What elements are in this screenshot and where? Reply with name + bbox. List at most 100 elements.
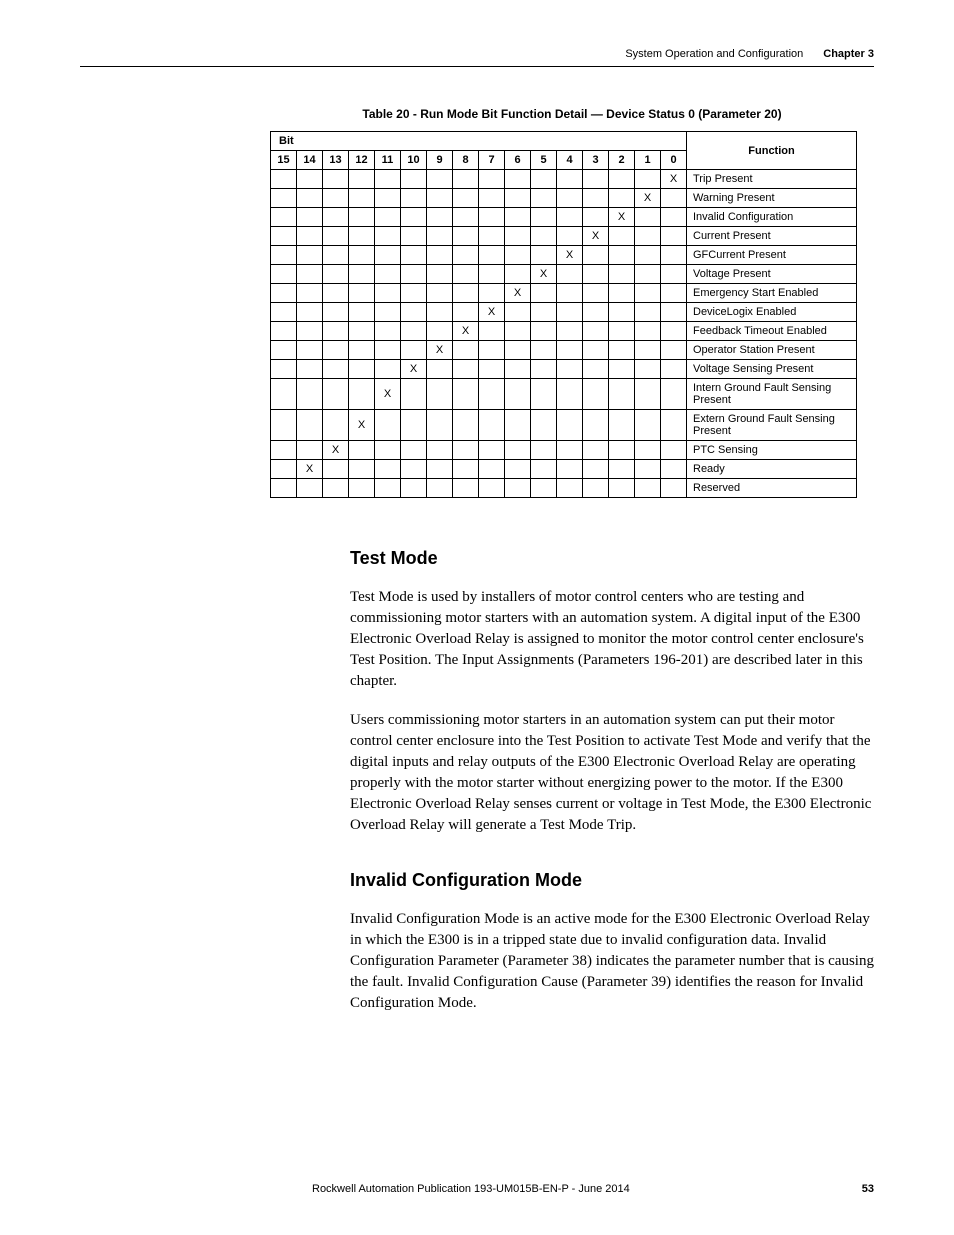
function-header: Function [687,132,857,170]
bit-cell [349,227,375,246]
bit-cell [297,322,323,341]
bit-cell [375,189,401,208]
bit-col-12: 12 [349,151,375,170]
table-row: XExtern Ground Fault Sensing Present [271,410,857,441]
bit-cell [297,341,323,360]
bit-cell [661,284,687,303]
bit-cell [609,170,635,189]
bit-cell [609,227,635,246]
bit-cell [479,441,505,460]
bit-cell [375,360,401,379]
bit-cell [661,410,687,441]
bit-cell [375,460,401,479]
bit-col-7: 7 [479,151,505,170]
bit-cell [297,227,323,246]
bit-cell [427,170,453,189]
bit-cell [505,460,531,479]
bit-cell [583,479,609,498]
bit-cell [349,322,375,341]
bit-cell [427,322,453,341]
bit-cell [349,265,375,284]
bit-cell [609,410,635,441]
bit-cell [349,341,375,360]
function-cell: Operator Station Present [687,341,857,360]
bit-cell [453,460,479,479]
bit-cell: X [661,170,687,189]
header-chapter: Chapter 3 [823,48,874,60]
bit-cell [479,265,505,284]
bit-col-4: 4 [557,151,583,170]
bit-cell [531,170,557,189]
bit-cell [401,227,427,246]
bit-cell [505,303,531,322]
bit-cell [635,379,661,410]
bit-cell [609,284,635,303]
bit-cell [349,189,375,208]
bit-cell [531,460,557,479]
bit-cell [635,170,661,189]
bit-cell [297,360,323,379]
function-cell: Current Present [687,227,857,246]
bit-cell [297,379,323,410]
bit-cell [271,246,297,265]
bit-cell [349,303,375,322]
bit-cell [375,208,401,227]
bit-cell [271,208,297,227]
bit-cell [271,322,297,341]
bit-cell [323,265,349,284]
table-row: XEmergency Start Enabled [271,284,857,303]
bit-cell [271,379,297,410]
table-row: XWarning Present [271,189,857,208]
table-row: XGFCurrent Present [271,246,857,265]
function-cell: GFCurrent Present [687,246,857,265]
bit-cell [271,441,297,460]
bit-cell [323,410,349,441]
bit-cell [427,246,453,265]
bit-cell [349,208,375,227]
bit-cell [635,246,661,265]
bit-cell [661,227,687,246]
bit-cell [479,208,505,227]
bit-cell [479,246,505,265]
function-cell: Intern Ground Fault Sensing Present [687,379,857,410]
bit-cell [323,227,349,246]
bit-col-8: 8 [453,151,479,170]
bit-cell [401,379,427,410]
bit-cell [323,284,349,303]
bit-cell [505,341,531,360]
bit-cell [271,410,297,441]
table-row: XTrip Present [271,170,857,189]
bit-cell [271,303,297,322]
bit-cell [661,360,687,379]
bit-cell [635,441,661,460]
bit-cell [323,379,349,410]
bit-cell [557,189,583,208]
bit-cell [427,460,453,479]
bit-cell [375,284,401,303]
bit-function-table: Bit Function 15 14 13 12 11 10 9 8 7 6 5… [270,131,857,498]
bit-col-0: 0 [661,151,687,170]
bit-cell: X [375,379,401,410]
bit-cell [583,460,609,479]
bit-cell [297,284,323,303]
bit-cell [661,189,687,208]
bit-cell [635,479,661,498]
footer-page-number: 53 [862,1183,874,1195]
bit-cell [453,208,479,227]
bit-cell [661,246,687,265]
bit-col-9: 9 [427,151,453,170]
bit-cell [505,170,531,189]
function-cell: Invalid Configuration [687,208,857,227]
bit-cell [609,379,635,410]
table-row: XInvalid Configuration [271,208,857,227]
bit-cell [479,379,505,410]
bit-cell: X [453,322,479,341]
bit-cell [531,379,557,410]
bit-cell [505,322,531,341]
bit-cell [375,441,401,460]
test-mode-heading: Test Mode [350,548,874,569]
bit-cell [323,479,349,498]
bit-cell [531,410,557,441]
bit-cell [583,246,609,265]
bit-cell [505,379,531,410]
